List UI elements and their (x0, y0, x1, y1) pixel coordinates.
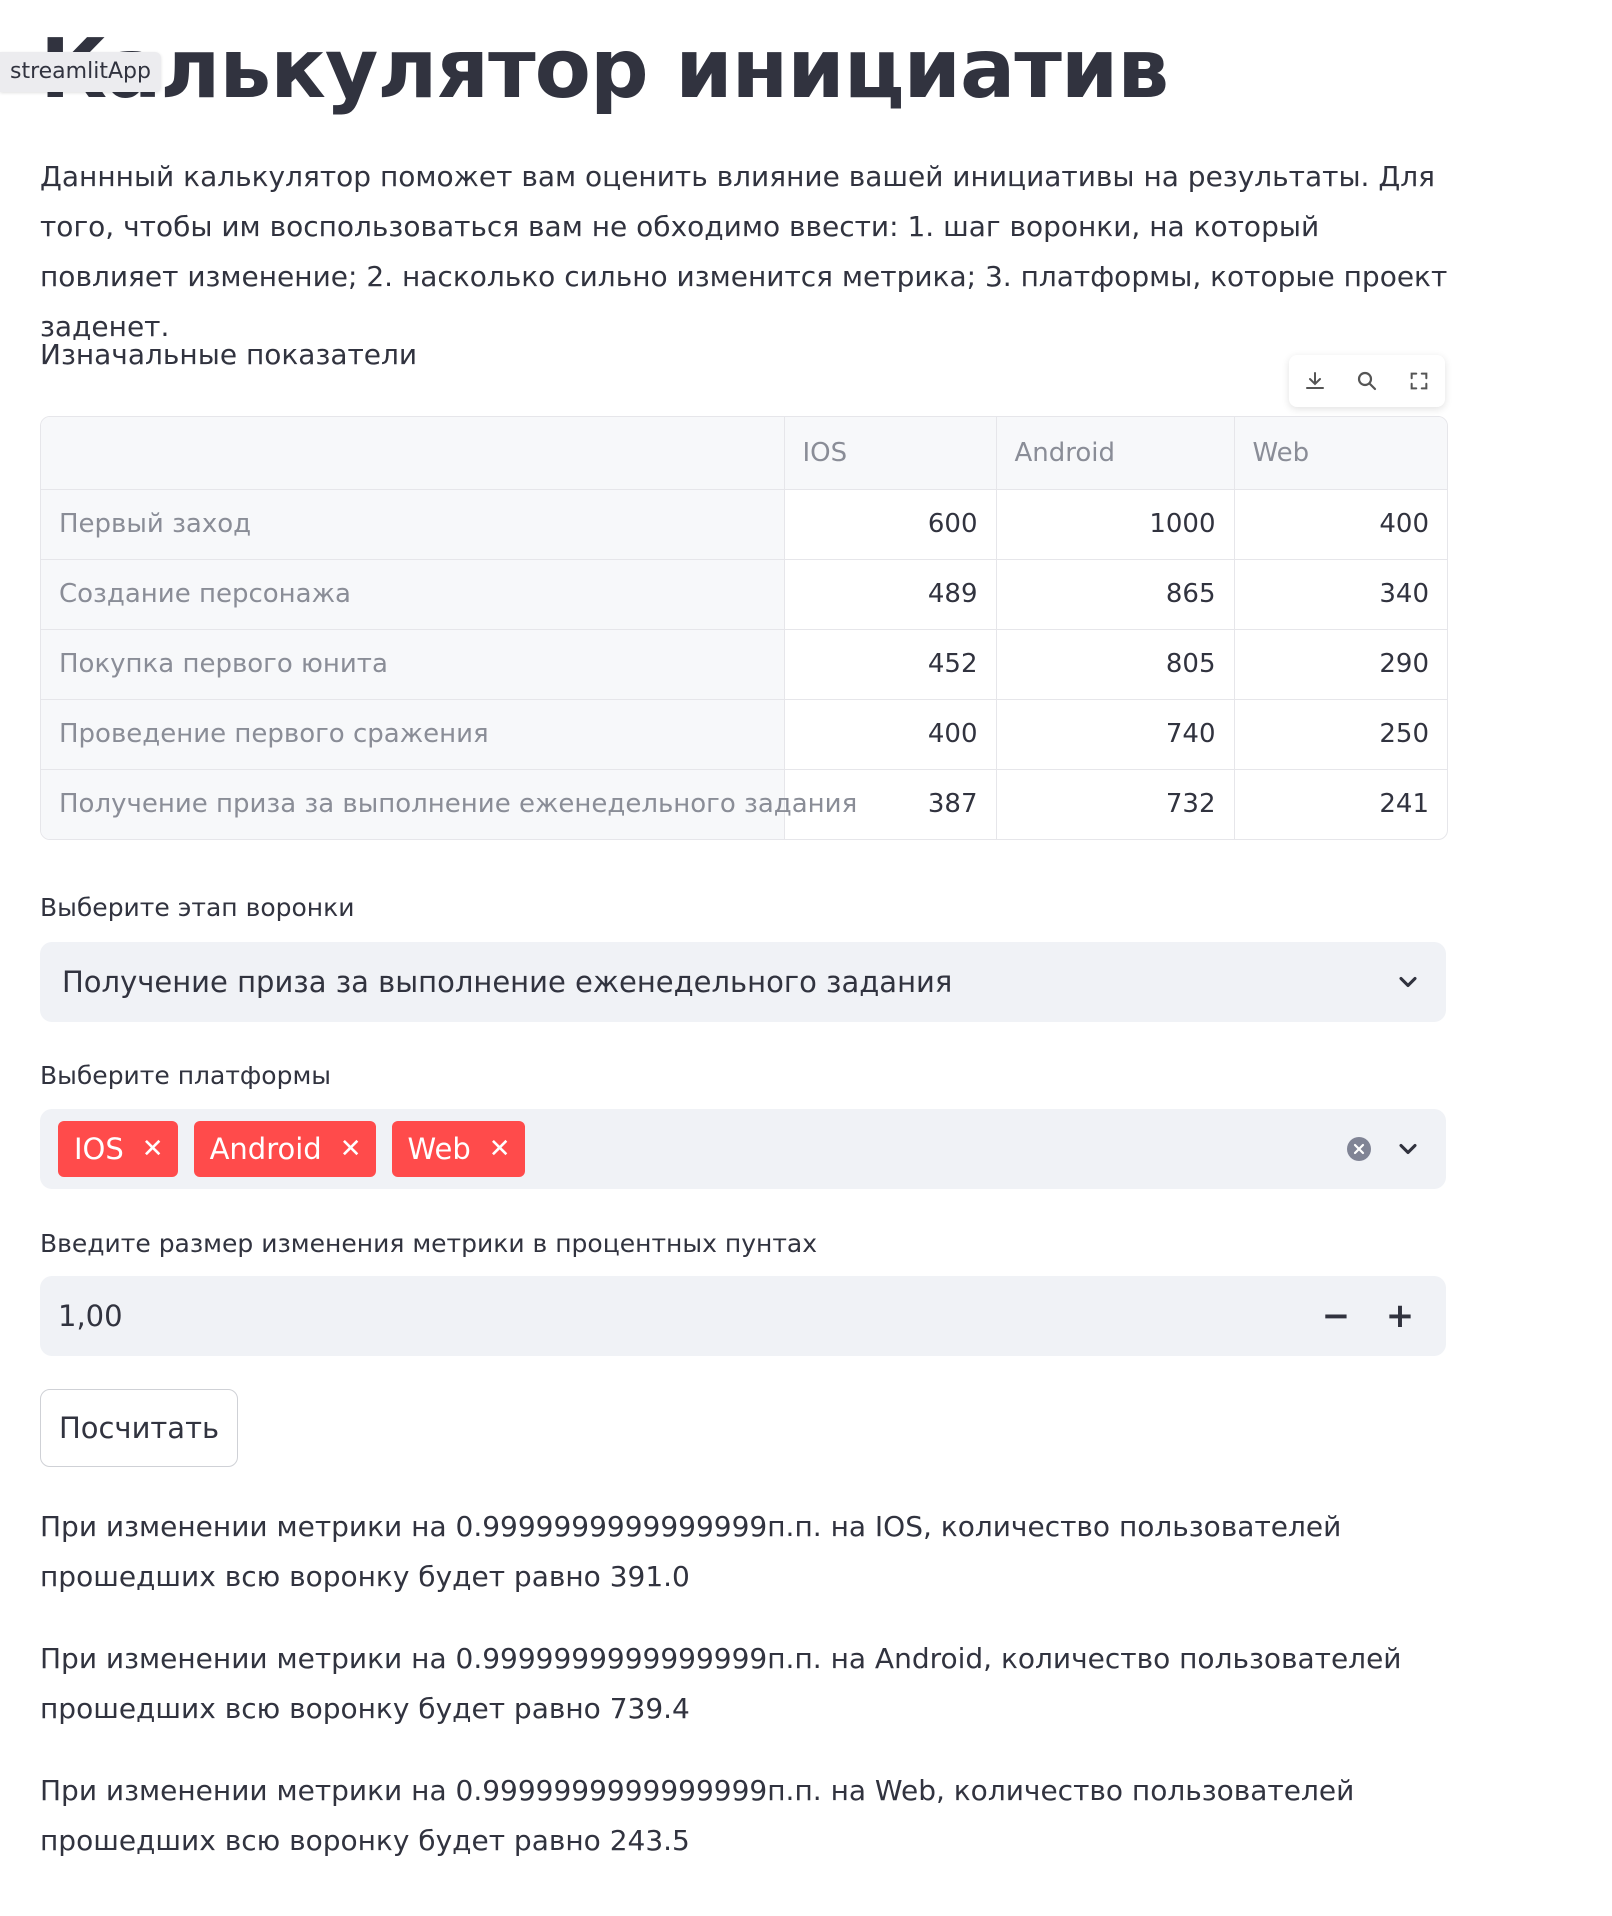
clear-all-icon[interactable] (1346, 1136, 1372, 1162)
table-row: Создание персонажа 489 865 340 (41, 559, 1447, 630)
row-label[interactable]: Получение приза за выполнение еженедельн… (41, 769, 857, 839)
tag-web: Web ✕ (391, 1121, 525, 1177)
table-header-row: IOS Android Web (41, 417, 1447, 490)
platform-tags: IOS ✕ Android ✕ Web ✕ (58, 1121, 525, 1177)
cell-android[interactable]: 1000 (996, 489, 1235, 560)
remove-tag-icon[interactable]: ✕ (489, 1136, 511, 1162)
page-title: Калькулятор инициатив (40, 22, 1169, 117)
fullscreen-icon[interactable] (1401, 363, 1437, 399)
chevron-down-icon[interactable] (1394, 968, 1422, 996)
platforms-label: Выберите платформы (40, 1061, 332, 1090)
funnel-select-label: Выберите этап воронки (40, 893, 355, 922)
row-label[interactable]: Первый заход (41, 489, 785, 560)
tag-ios: IOS ✕ (58, 1121, 178, 1177)
search-icon[interactable] (1349, 363, 1385, 399)
cell-ios[interactable]: 489 (784, 559, 997, 630)
cell-web[interactable]: 250 (1234, 699, 1447, 770)
download-icon[interactable] (1297, 363, 1333, 399)
result-web: При изменении метрики на 0.9999999999999… (40, 1774, 1355, 1857)
funnel-select-value: Получение приза за выполнение еженедельн… (62, 965, 953, 999)
row-label[interactable]: Покупка первого юнита (41, 629, 785, 700)
cell-ios[interactable]: 452 (784, 629, 997, 700)
chevron-down-icon[interactable] (1394, 1135, 1422, 1163)
data-table[interactable]: IOS Android Web Первый заход 600 1000 40… (40, 416, 1448, 840)
table-row: Проведение первого сражения 400 740 250 (41, 699, 1447, 770)
intro-text: Даннный калькулятор поможет вам оценить … (40, 160, 1448, 343)
cell-ios[interactable]: 600 (784, 489, 997, 560)
row-label[interactable]: Создание персонажа (41, 559, 785, 630)
column-header-android[interactable]: Android (996, 417, 1235, 490)
table-row: Первый заход 600 1000 400 (41, 489, 1447, 560)
row-label[interactable]: Проведение первого сражения (41, 699, 785, 770)
metric-input-label: Введите размер изменения метрики в проце… (40, 1229, 818, 1258)
cell-android[interactable]: 732 (996, 769, 1235, 839)
increment-button[interactable]: + (1370, 1276, 1430, 1356)
cell-web[interactable]: 290 (1234, 629, 1447, 700)
cell-ios[interactable]: 400 (784, 699, 997, 770)
result-ios: При изменении метрики на 0.9999999999999… (40, 1510, 1342, 1593)
metric-input[interactable]: 1,00 (58, 1276, 123, 1356)
decrement-button[interactable]: − (1306, 1276, 1366, 1356)
funnel-select[interactable]: Получение приза за выполнение еженедельн… (40, 942, 1446, 1022)
remove-tag-icon[interactable]: ✕ (340, 1136, 362, 1162)
cell-web[interactable]: 241 (1234, 769, 1447, 839)
metric-number-field: 1,00 − + (40, 1276, 1446, 1356)
calculate-button[interactable]: Посчитать (40, 1389, 238, 1467)
app-badge: streamlitApp (0, 52, 161, 92)
tag-android: Android ✕ (193, 1121, 376, 1177)
column-header-web[interactable]: Web (1234, 417, 1447, 490)
table-row: Получение приза за выполнение еженедельн… (41, 769, 1447, 839)
table-row: Покупка первого юнита 452 805 290 (41, 629, 1447, 700)
tag-label: Android (209, 1132, 322, 1166)
column-header[interactable] (41, 417, 785, 490)
cell-android[interactable]: 805 (996, 629, 1235, 700)
result-android: При изменении метрики на 0.9999999999999… (40, 1642, 1402, 1725)
cell-web[interactable]: 400 (1234, 489, 1447, 560)
cell-android[interactable]: 865 (996, 559, 1235, 630)
cell-android[interactable]: 740 (996, 699, 1235, 770)
platforms-multiselect[interactable]: IOS ✕ Android ✕ Web ✕ (40, 1109, 1446, 1189)
remove-tag-icon[interactable]: ✕ (142, 1136, 164, 1162)
tag-label: IOS (74, 1132, 124, 1166)
tag-label: Web (407, 1132, 471, 1166)
table-toolbar (1289, 355, 1445, 407)
table-caption: Изначальные показатели (40, 338, 418, 371)
cell-web[interactable]: 340 (1234, 559, 1447, 630)
column-header-ios[interactable]: IOS (784, 417, 997, 490)
